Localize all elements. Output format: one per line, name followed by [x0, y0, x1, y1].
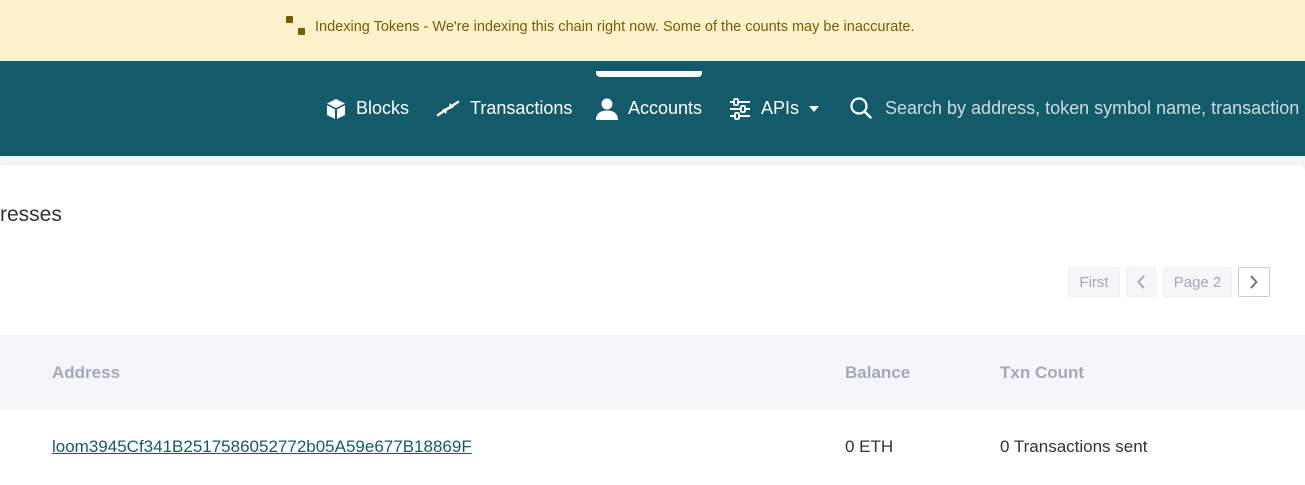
column-header-address: Address — [52, 363, 121, 382]
nav-apis[interactable]: APIs — [729, 61, 820, 156]
pagination-prev-button[interactable] — [1126, 267, 1156, 297]
nav-apis-label: APIs — [761, 98, 800, 118]
nav-accounts-label: Accounts — [627, 98, 702, 118]
pagination-next-button[interactable] — [1238, 267, 1270, 297]
indexing-banner: Indexing Tokens - We're indexing this ch… — [0, 0, 1305, 61]
table-header: Address Balance Txn Count — [0, 335, 1305, 410]
arrows-icon — [436, 100, 460, 116]
nav-transactions[interactable]: Transactions — [436, 61, 572, 156]
txn-count-value: 0 Transactions sent — [1000, 437, 1148, 456]
nav-transactions-label: Transactions — [470, 98, 573, 118]
chevron-left-icon — [1137, 275, 1145, 289]
banner-message: Indexing Tokens - We're indexing this ch… — [315, 19, 915, 35]
user-icon — [596, 98, 618, 120]
page-title: resses — [0, 203, 62, 226]
pagination-current-page: Page 2 — [1163, 267, 1232, 297]
chevron-down-icon — [809, 105, 820, 112]
search-icon — [850, 97, 872, 119]
pagination-first-button[interactable]: First — [1068, 267, 1120, 297]
nav-accounts[interactable]: Accounts — [596, 61, 702, 156]
column-header-balance: Balance — [845, 363, 911, 382]
balance-value: 0 ETH — [845, 437, 894, 456]
banner-detail: - We're indexing this chain right now. S… — [419, 19, 915, 35]
table-row: loom3945Cf341B2517586052772b05A59e677B18… — [0, 410, 1305, 485]
sliders-icon — [730, 97, 750, 120]
accounts-card: resses First Page 2 Address Balance Txn … — [0, 165, 1305, 485]
nav-blocks-label: Blocks — [356, 98, 410, 118]
column-header-txn-count: Txn Count — [1000, 363, 1085, 382]
chevron-right-icon — [1250, 275, 1258, 289]
nav-blocks[interactable]: Blocks — [326, 61, 409, 156]
top-navbar: Blocks Transactions Accounts APIs — [0, 61, 1305, 156]
indexing-icon — [286, 16, 308, 38]
address-link[interactable]: loom3945Cf341B2517586052772b05A59e677B18… — [52, 437, 472, 457]
banner-title: Indexing Tokens — [315, 19, 420, 35]
cube-icon — [327, 98, 345, 119]
search-input[interactable] — [885, 91, 1305, 125]
